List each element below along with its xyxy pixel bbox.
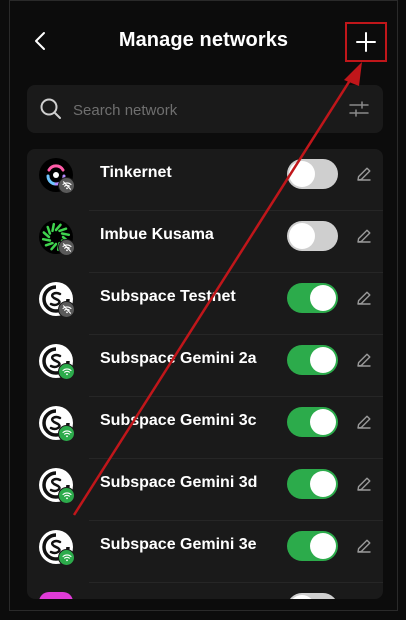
toggle-knob bbox=[310, 471, 336, 497]
wifi-icon bbox=[58, 425, 75, 442]
pencil-icon bbox=[357, 539, 371, 553]
network-name: Subspace Gemini 3c bbox=[100, 412, 257, 429]
network-row: Tinkernet bbox=[27, 149, 383, 211]
network-row: Subspace Gemini 3c bbox=[27, 397, 383, 459]
edit-network-button[interactable] bbox=[355, 165, 373, 183]
edit-network-button[interactable] bbox=[355, 475, 373, 493]
toggle-knob bbox=[289, 595, 315, 599]
app-window: Manage networks Tinkernet Imbue Kusama Sub… bbox=[9, 0, 398, 611]
network-name: Subspace Gemini 3d bbox=[100, 474, 258, 491]
toggle-knob bbox=[310, 285, 336, 311]
plus-icon bbox=[356, 32, 376, 52]
network-name: Tinkernet bbox=[100, 164, 172, 181]
wifi-off-icon bbox=[58, 301, 75, 318]
edit-network-button[interactable] bbox=[355, 351, 373, 369]
sliders-icon[interactable] bbox=[349, 99, 369, 119]
network-toggle[interactable] bbox=[287, 283, 338, 313]
wifi-icon bbox=[58, 549, 75, 566]
network-list: Tinkernet Imbue Kusama Subspace Testnet Sub… bbox=[27, 149, 383, 599]
pencil-icon bbox=[357, 291, 371, 305]
network-logo bbox=[39, 592, 73, 599]
header: Manage networks bbox=[10, 1, 397, 81]
network-toggle[interactable] bbox=[287, 469, 338, 499]
wifi-off-icon bbox=[58, 239, 75, 256]
search-icon bbox=[40, 98, 61, 119]
toggle-knob bbox=[310, 409, 336, 435]
wifi-off-icon bbox=[58, 177, 75, 194]
network-row: Imbue Kusama bbox=[27, 211, 383, 273]
edit-network-button[interactable] bbox=[355, 413, 373, 431]
network-toggle[interactable] bbox=[287, 159, 338, 189]
network-row: Subspace Gemini 3e bbox=[27, 521, 383, 583]
network-toggle[interactable] bbox=[287, 531, 338, 561]
network-toggle[interactable] bbox=[287, 407, 338, 437]
network-toggle[interactable] bbox=[287, 345, 338, 375]
pencil-icon bbox=[357, 167, 371, 181]
network-row: Subspace Gemini 3d bbox=[27, 459, 383, 521]
edit-network-button[interactable] bbox=[355, 289, 373, 307]
add-network-button[interactable] bbox=[345, 22, 387, 62]
network-toggle[interactable] bbox=[287, 221, 338, 251]
wifi-icon bbox=[58, 487, 75, 504]
network-name: Subspace Testnet bbox=[100, 288, 236, 305]
toggle-knob bbox=[310, 533, 336, 559]
pencil-icon bbox=[357, 229, 371, 243]
network-row-partial bbox=[27, 583, 383, 599]
pencil-icon bbox=[357, 415, 371, 429]
network-row: Subspace Testnet bbox=[27, 273, 383, 335]
network-name: Imbue Kusama bbox=[100, 226, 214, 243]
wifi-icon bbox=[58, 363, 75, 380]
toggle-knob bbox=[289, 161, 315, 187]
search-input[interactable] bbox=[71, 97, 335, 123]
edit-network-button[interactable] bbox=[355, 537, 373, 555]
pencil-icon bbox=[357, 353, 371, 367]
toggle-knob bbox=[310, 347, 336, 373]
pencil-icon bbox=[357, 477, 371, 491]
network-toggle[interactable] bbox=[287, 593, 338, 599]
network-row: Subspace Gemini 2a bbox=[27, 335, 383, 397]
network-name: Subspace Gemini 3e bbox=[100, 536, 257, 553]
edit-network-button[interactable] bbox=[355, 227, 373, 245]
toggle-knob bbox=[289, 223, 315, 249]
page-title: Manage networks bbox=[118, 29, 289, 51]
search-bar bbox=[27, 85, 383, 133]
network-name: Subspace Gemini 2a bbox=[100, 350, 257, 367]
